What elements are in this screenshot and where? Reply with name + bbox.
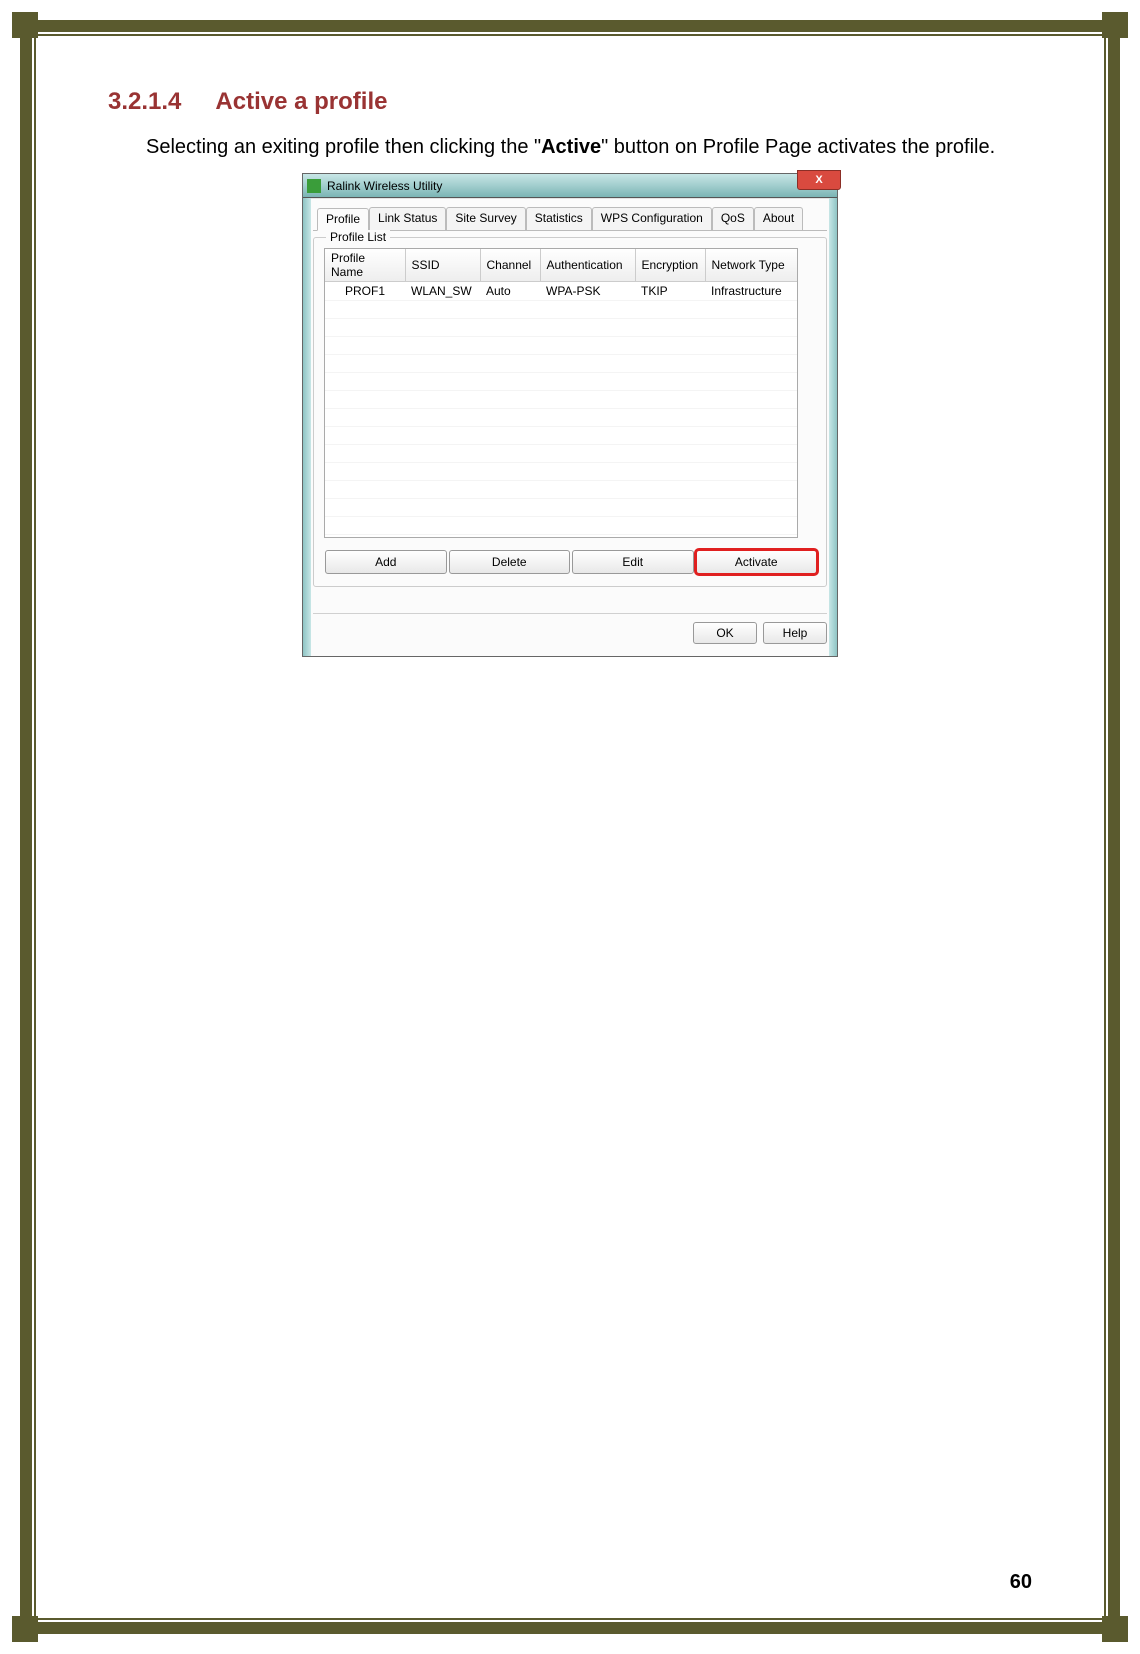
profile-table: Profile Name SSID Channel Authentication… [325, 249, 798, 538]
col-channel[interactable]: Channel [480, 249, 540, 282]
divider [313, 613, 827, 614]
page-content: 3.2.1.4 Active a profile Selecting an exi… [108, 88, 1032, 1574]
tab-site-survey[interactable]: Site Survey [446, 207, 525, 230]
section-number: 3.2.1.4 [108, 88, 181, 116]
cell-ssid: WLAN_SW [405, 282, 480, 301]
edit-button[interactable]: Edit [572, 550, 694, 574]
app-icon [307, 179, 321, 193]
section-title: Active a profile [215, 88, 387, 115]
tab-statistics[interactable]: Statistics [526, 207, 592, 230]
delete-button[interactable]: Delete [449, 550, 571, 574]
col-encryption[interactable]: Encryption [635, 249, 705, 282]
window-body: Profile Link Status Site Survey Statisti… [303, 198, 837, 656]
body-bold: Active [541, 136, 601, 158]
help-button[interactable]: Help [763, 622, 827, 644]
profile-button-row: Add Delete Edit Activate [324, 550, 818, 574]
tab-qos[interactable]: QoS [712, 207, 754, 230]
window-border-left [303, 198, 311, 656]
body-prefix: Selecting an exiting profile then clicki… [146, 136, 541, 158]
window-title: Ralink Wireless Utility [327, 179, 442, 193]
window-border-right [829, 198, 837, 656]
screenshot-container: Ralink Wireless Utility X Profile Link S… [108, 173, 1032, 657]
cell-encryption: TKIP [635, 282, 705, 301]
col-authentication[interactable]: Authentication [540, 249, 635, 282]
activate-button[interactable]: Activate [696, 550, 818, 574]
section-heading: 3.2.1.4 Active a profile [108, 88, 1032, 116]
tab-about[interactable]: About [754, 207, 803, 230]
tab-wps-config[interactable]: WPS Configuration [592, 207, 712, 230]
cell-authentication: WPA-PSK [540, 282, 635, 301]
ralink-window: Ralink Wireless Utility X Profile Link S… [302, 173, 838, 657]
dialog-button-row: OK Help [313, 622, 827, 644]
table-row[interactable]: PROF1 WLAN_SW Auto WPA-PSK TKIP Infrastr… [325, 282, 798, 301]
body-suffix: " button on Profile Page activates the p… [601, 136, 995, 158]
col-profile-name[interactable]: Profile Name [325, 249, 405, 282]
add-button[interactable]: Add [325, 550, 447, 574]
fieldset-label: Profile List [326, 230, 390, 244]
cell-network-type: Infrastructure [705, 282, 798, 301]
profile-list-fieldset: Profile List Profile Name SSID [313, 237, 827, 587]
col-ssid[interactable]: SSID [405, 249, 480, 282]
table-header-row: Profile Name SSID Channel Authentication… [325, 249, 798, 282]
cell-channel: Auto [480, 282, 540, 301]
tab-profile[interactable]: Profile [317, 208, 369, 231]
col-network-type[interactable]: Network Type [705, 249, 798, 282]
close-icon: X [815, 174, 822, 186]
section-body: Selecting an exiting profile then clicki… [108, 130, 1032, 165]
titlebar[interactable]: Ralink Wireless Utility X [303, 174, 837, 198]
cell-profile-name: PROF1 [325, 282, 405, 301]
page-number: 60 [1010, 1571, 1032, 1594]
tab-strip: Profile Link Status Site Survey Statisti… [313, 207, 827, 231]
close-button[interactable]: X [797, 170, 841, 190]
ok-button[interactable]: OK [693, 622, 757, 644]
profile-table-wrap[interactable]: Profile Name SSID Channel Authentication… [324, 248, 798, 538]
tab-link-status[interactable]: Link Status [369, 207, 446, 230]
